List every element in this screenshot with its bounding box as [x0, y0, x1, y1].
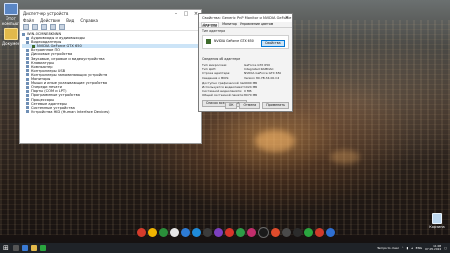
adapter-info-label: Сведения об адаптере — [202, 57, 241, 61]
adapter-properties-button[interactable]: Свойства — [261, 40, 285, 47]
tab-color-management[interactable]: Управление цветом — [240, 22, 273, 27]
app-dock — [137, 225, 335, 239]
gpu-icon — [206, 39, 211, 44]
toolbar — [20, 24, 201, 31]
app-icon[interactable] — [282, 227, 291, 237]
network-icon[interactable]: ▮ — [407, 246, 409, 250]
app-icon[interactable] — [203, 227, 212, 237]
help-icon[interactable] — [50, 24, 56, 30]
info-row: Общей системной памяти: 8070 МБ — [202, 93, 258, 98]
app-icon[interactable] — [304, 227, 313, 237]
city-glow — [255, 130, 295, 152]
info-row: Сведения о BIOS: Version 80.7B.34.00.C4 — [202, 75, 280, 80]
adapter-name: NVIDIA GeForce GTX 650 — [214, 39, 254, 43]
system-tray: Temps to clear ˄ ▮ ◂ ENG 11:08 07.05.202… — [377, 243, 447, 253]
close-button[interactable]: × — [282, 14, 292, 22]
browser-icon[interactable] — [40, 245, 46, 251]
clock-date: 07.05.2024 — [425, 247, 442, 251]
tray-arrow-icon[interactable]: ˄ — [402, 246, 404, 250]
app-icon[interactable] — [247, 227, 256, 237]
search-icon[interactable] — [13, 245, 19, 251]
app-icon[interactable] — [315, 227, 324, 237]
monitor-icon — [26, 77, 29, 81]
adapter-info-table: Тип микросхем: GeForce GTX 650 Тип ЦАП: In… — [202, 63, 288, 98]
app-icon[interactable] — [271, 227, 280, 237]
city-glow — [330, 150, 360, 164]
storage-icon — [26, 73, 29, 77]
recycle-bin-label: Корзина — [429, 225, 445, 229]
weather-status[interactable]: Temps to clear — [377, 246, 399, 250]
processor-icon — [26, 98, 29, 102]
folder-icon — [4, 28, 18, 40]
app-icon[interactable] — [225, 227, 234, 237]
desktop-icon-documents[interactable]: Документы — [2, 28, 26, 46]
ok-button[interactable]: ОК — [224, 102, 238, 109]
usb-icon — [26, 69, 29, 73]
sound-icon — [26, 57, 29, 61]
minimize-button[interactable]: – — [171, 10, 181, 18]
dialog-buttons: ОК Отмена Применить — [224, 102, 289, 109]
computer-icon — [4, 3, 18, 15]
recycle-bin-icon — [432, 213, 442, 224]
keyboard-icon — [26, 61, 29, 65]
windows-start-icon[interactable]: ⊞ — [3, 244, 10, 252]
maximize-button[interactable]: □ — [181, 10, 191, 18]
firmware-icon — [26, 48, 29, 52]
computer-icon — [22, 32, 25, 36]
app-icon[interactable] — [192, 227, 201, 237]
hid-icon — [26, 110, 29, 114]
tab-monitor[interactable]: Монитор — [222, 22, 237, 27]
network-icon — [26, 102, 29, 106]
system-icon — [26, 106, 29, 110]
software-device-icon — [26, 93, 29, 97]
device-manager-window[interactable]: Диспетчер устройств – □ × Файл Действие … — [19, 9, 202, 144]
cancel-button[interactable]: Отмена — [239, 102, 261, 109]
scan-icon[interactable] — [59, 24, 65, 30]
app-icon[interactable] — [258, 226, 269, 238]
apply-button[interactable]: Применить — [262, 102, 289, 109]
app-icon[interactable] — [148, 227, 157, 237]
computer-icon — [26, 65, 29, 69]
app-icon[interactable] — [137, 227, 146, 237]
app-icon[interactable] — [170, 227, 179, 237]
printer-icon — [26, 85, 29, 89]
device-tree: WIN-0CMNE8KNNN Аудиовходы и аудиовыходы … — [20, 31, 201, 115]
device-manager-titlebar[interactable]: Диспетчер устройств – □ × — [20, 10, 201, 18]
notifications-icon[interactable]: ▢ — [444, 246, 447, 250]
display-properties-dialog[interactable]: Свойства: Generic PnP Monitor и NVIDIA G… — [198, 13, 293, 112]
app-icon[interactable] — [236, 227, 245, 237]
file-explorer-icon[interactable] — [31, 245, 37, 251]
forward-icon[interactable] — [32, 24, 38, 30]
menu-help[interactable]: Справка — [80, 18, 98, 24]
audio-icon — [26, 36, 29, 40]
app-icon[interactable] — [159, 227, 168, 237]
gpu-icon — [32, 44, 35, 48]
tree-item[interactable]: Устройства HID (Human Interface Devices) — [22, 110, 199, 114]
taskbar: ⊞ Temps to clear ˄ ▮ ◂ ENG 11:08 07.05.2… — [0, 243, 450, 253]
display-adapter-icon — [26, 40, 29, 44]
desktop-icon-computer[interactable]: Этот компьютер — [2, 3, 26, 26]
volume-icon[interactable]: ◂ — [411, 246, 413, 250]
language-indicator[interactable]: ENG — [416, 246, 422, 250]
mouse-icon — [26, 81, 29, 85]
task-view-icon[interactable] — [22, 245, 28, 251]
menu-view[interactable]: Вид — [66, 18, 74, 24]
properties-icon[interactable] — [41, 24, 47, 30]
app-icon[interactable] — [214, 227, 223, 237]
app-icon[interactable] — [181, 227, 190, 237]
disk-icon — [26, 53, 29, 57]
back-icon[interactable] — [23, 24, 29, 30]
clock[interactable]: 11:08 07.05.2024 — [425, 244, 442, 252]
port-icon — [26, 89, 29, 93]
app-icon[interactable] — [293, 227, 302, 237]
desktop-icon-recycle-bin[interactable]: Корзина — [428, 213, 446, 229]
app-icon[interactable] — [326, 227, 335, 237]
window-title: Диспетчер устройств — [23, 11, 69, 16]
dialog-titlebar[interactable]: Свойства: Generic PnP Monitor и NVIDIA G… — [199, 14, 292, 28]
